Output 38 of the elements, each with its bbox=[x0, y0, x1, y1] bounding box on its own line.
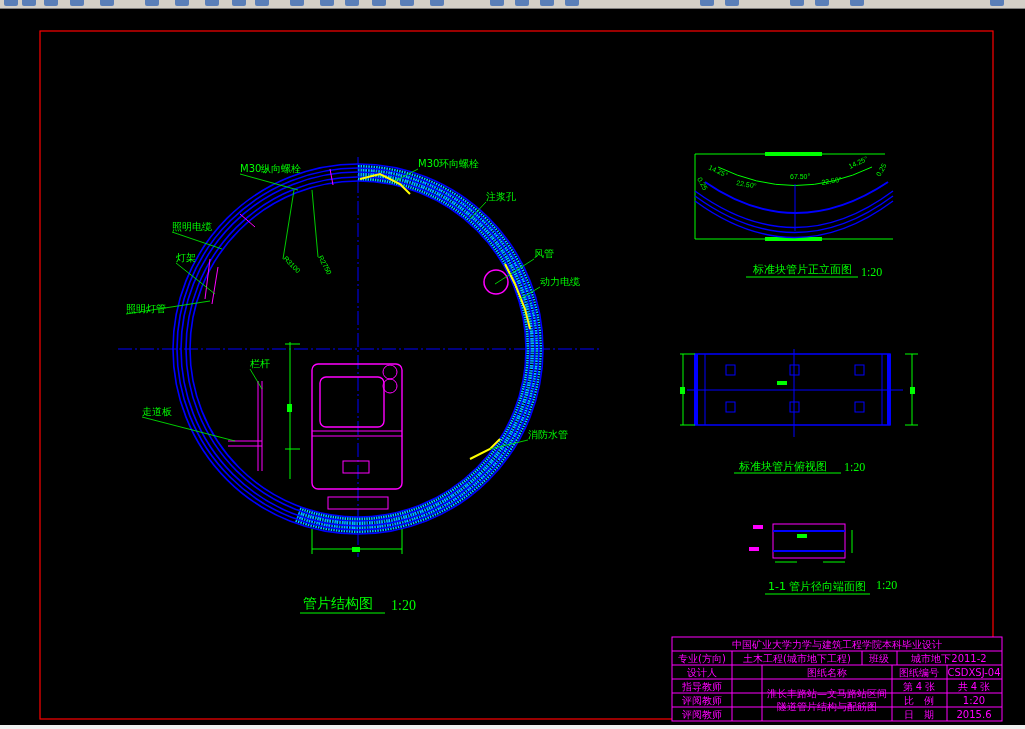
callout-label: 动力电缆 bbox=[540, 276, 580, 287]
callout-label: 走道板 bbox=[142, 406, 172, 417]
scale-label: 1:20 bbox=[391, 598, 416, 613]
title-block-label: 设计人 bbox=[687, 667, 717, 678]
title-block-label: 评阅教师 bbox=[682, 709, 722, 720]
title-block-value: 共 4 张 bbox=[957, 681, 991, 692]
callout-label: 照明电缆 bbox=[172, 221, 212, 232]
scale-label: 1:20 bbox=[876, 578, 898, 592]
title-block-label: 日 期 bbox=[904, 709, 934, 720]
callout-label: 灯架 bbox=[176, 252, 196, 263]
scale-label: 1:20 bbox=[861, 265, 883, 279]
callout-label: 风管 bbox=[534, 248, 554, 259]
title-block-value: 城市地下2011-2 bbox=[911, 653, 987, 664]
title-block-label: 班级 bbox=[869, 653, 889, 664]
drawing-name: 隧道管片结构与配筋图 bbox=[777, 701, 877, 712]
title-block-label: 第 4 张 bbox=[902, 681, 936, 692]
callout-label: 消防水管 bbox=[528, 429, 568, 440]
view-title: 管片结构图 bbox=[303, 595, 373, 611]
callout-label: 栏杆 bbox=[250, 358, 270, 369]
title-block-value: CSDXSJ-04 bbox=[947, 667, 1001, 678]
scale-label: 1:20 bbox=[844, 460, 866, 474]
view-title: 标准块管片正立面图 bbox=[753, 263, 852, 276]
title-block-value: 1:20 bbox=[962, 695, 986, 706]
title-block-label: 评阅教师 bbox=[682, 695, 722, 706]
title-block-label: 指导教师 bbox=[682, 681, 722, 692]
title-block-label: 比 例 bbox=[904, 695, 934, 706]
callout-label: M30纵向螺栓 bbox=[240, 163, 302, 174]
title-block-value: 土木工程(城市地下工程) bbox=[743, 653, 851, 664]
title-block-label: 图纸名称 bbox=[807, 667, 847, 678]
view-title: 标准块管片俯视图 bbox=[739, 460, 827, 473]
title-block-label: 专业(方向) bbox=[678, 653, 726, 664]
title-block-value: 2015.6 bbox=[956, 709, 992, 720]
title-block-header: 中国矿业大学力学与建筑工程学院本科毕业设计 bbox=[732, 639, 942, 650]
callout-label: 注浆孔 bbox=[486, 191, 516, 202]
callout-label: M30环向螺栓 bbox=[418, 158, 480, 169]
title-block-label: 图纸编号 bbox=[899, 667, 939, 678]
drawing-name: 淮长丰路站—文马路站区间 bbox=[767, 688, 887, 699]
view-title: 1-1 管片径向端面图 bbox=[768, 580, 867, 593]
